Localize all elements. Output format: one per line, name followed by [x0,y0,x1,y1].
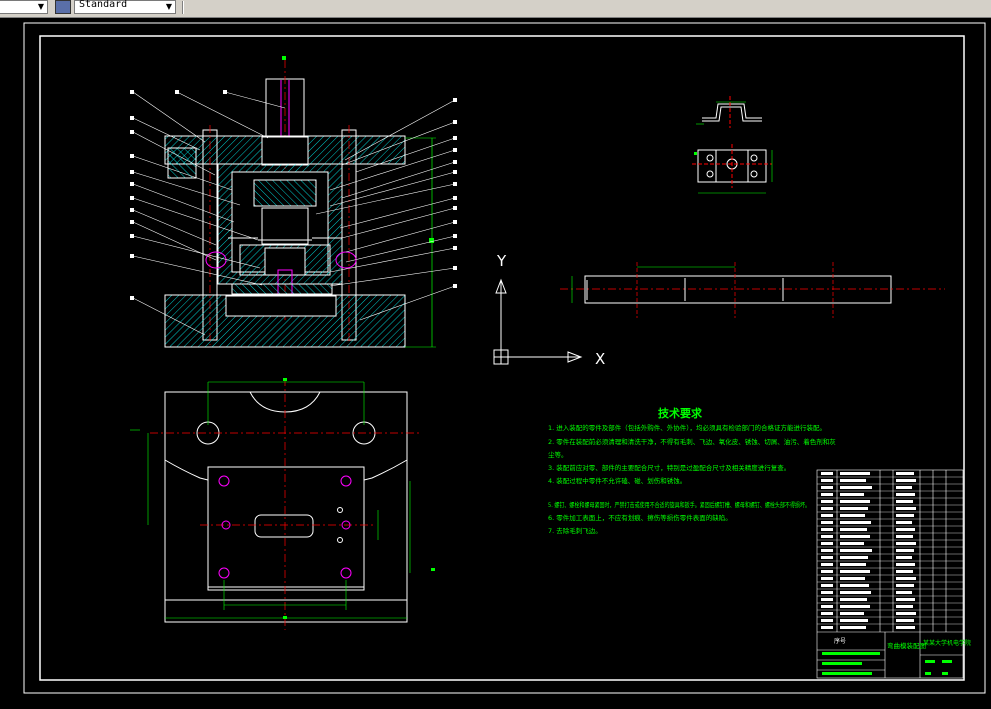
note-line: 6. 零件加工表面上，不应有划痕、擦伤等损伤零件表面的缺陷。 [548,513,732,522]
sheet-inner-border [39,35,965,681]
drawing-canvas[interactable]: Y X 技术要求 1. 进入装配的零件及部件（包括外购件、外协件），均必须具有检… [0,18,991,705]
text-style-icon[interactable] [55,0,71,14]
note-line: 1. 进入装配的零件及部件（包括外购件、外协件），均必须具有检验部门的合格证方能… [548,423,826,432]
note-line: 7. 去除毛刺飞边。 [548,526,602,535]
chevron-down-icon[interactable]: ▼ [164,1,174,12]
axis-y-label: Y [496,252,507,270]
note-line: 4. 装配过程中零件不允许磕、碰、划伤和锈蚀。 [548,476,686,485]
strip-layout [560,262,945,318]
note-line: 2. 零件在装配前必须清理和清洗干净，不得有毛刺、飞边、氧化皮、锈蚀、切屑、油污… [548,437,836,446]
note-line: 3. 装配前应对零、部件的主要配合尺寸，特别是过盈配合尺寸及相关精度进行复查。 [548,463,790,472]
technical-requirements: 技术要求 1. 进入装配的零件及部件（包括外购件、外协件），均必须具有检验部门的… [548,406,836,535]
note-line: 尘等。 [548,450,568,459]
parts-list-text-marks [821,472,916,629]
part-views [692,96,773,194]
ucs-axis-icon [493,278,583,365]
text-style-value: Standard [79,0,128,10]
layer-dropdown[interactable]: ▼ [0,0,48,14]
title-block-marks [822,652,952,675]
text-style-dropdown[interactable]: Standard ▼ [74,0,176,14]
note-line: 5. 螺钉、螺栓和螺母紧固时，严禁打击或使用不合适的旋具和扳手。紧固后螺钉槽、螺… [548,500,810,509]
toolbar-separator [182,1,184,14]
parts-list-rows [817,476,963,625]
die-section-view [130,56,457,348]
chevron-down-icon[interactable]: ▼ [36,1,46,12]
tech-title: 技术要求 [658,406,703,420]
properties-toolbar: ▼ Standard ▼ [0,0,991,18]
title-block-drawing-name: 弯曲模装配图 [887,641,926,650]
lower-die-plan-view [130,378,435,630]
title-block-school: 某某大学机电学院 [923,639,971,647]
axis-x-label: X [595,350,605,368]
title-block-label-no: 序号 [834,637,846,645]
